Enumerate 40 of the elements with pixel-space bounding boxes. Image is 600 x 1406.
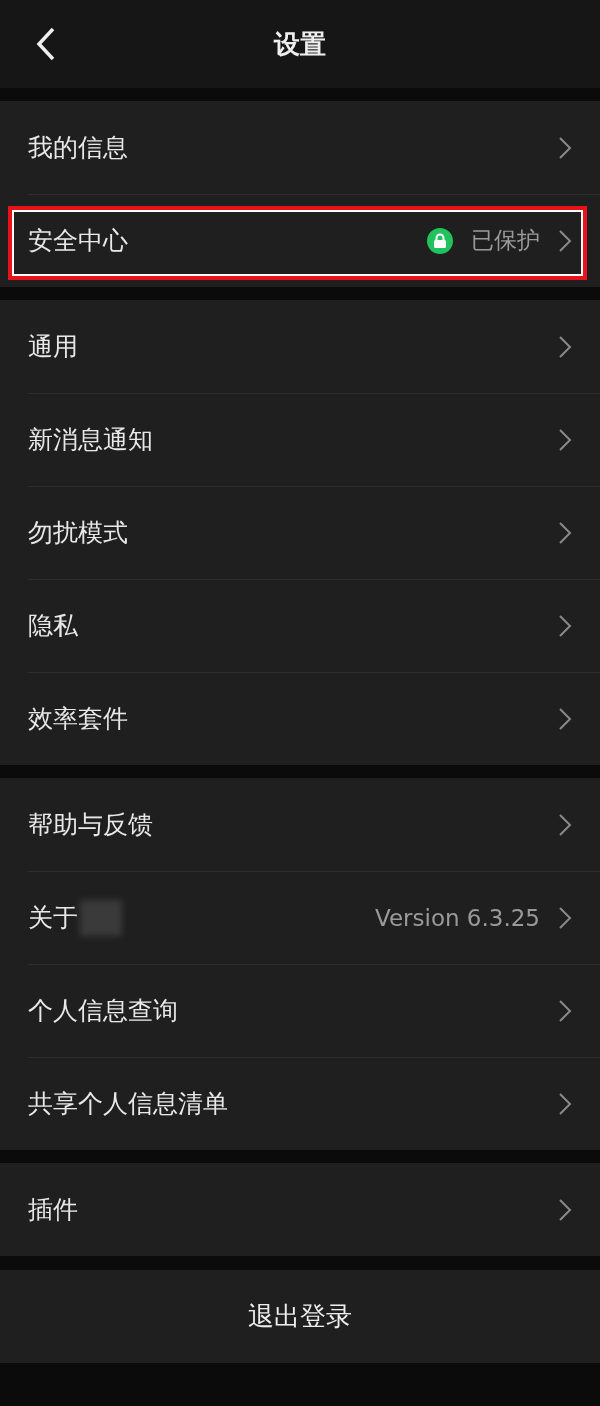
chevron-icon [558, 706, 572, 731]
chevron-icon [558, 1091, 572, 1116]
settings-row[interactable]: 插件 [0, 1163, 600, 1256]
row-status: Version 6.3.25 [374, 904, 540, 931]
row-label: 共享个人信息清单 [28, 1088, 228, 1120]
row-label: 安全中心 [28, 225, 128, 257]
row-label: 关于 [28, 902, 78, 934]
settings-row[interactable]: 帮助与反馈 [0, 778, 600, 871]
chevron-icon [558, 135, 572, 160]
chevron-icon [558, 613, 572, 638]
row-label: 效率套件 [28, 703, 128, 735]
row-status: 已保护 [471, 226, 540, 255]
row-label: 新消息通知 [28, 424, 153, 456]
settings-row[interactable]: 效率套件 [0, 672, 600, 765]
row-label: 个人信息查询 [28, 995, 178, 1027]
settings-row[interactable]: 我的信息 [0, 101, 600, 194]
row-label: 通用 [28, 331, 78, 363]
settings-row[interactable]: 共享个人信息清单 [0, 1057, 600, 1150]
chevron-icon [558, 905, 572, 930]
row-label: 我的信息 [28, 132, 128, 164]
chevron-icon [558, 812, 572, 837]
settings-row[interactable]: 通用 [0, 300, 600, 393]
settings-row[interactable]: 关于 Version 6.3.25 [0, 871, 600, 964]
row-label: 插件 [28, 1194, 78, 1226]
chevron-icon [558, 1197, 572, 1222]
settings-row[interactable]: 新消息通知 [0, 393, 600, 486]
settings-row[interactable]: 隐私 [0, 579, 600, 672]
row-label: 隐私 [28, 610, 78, 642]
settings-row[interactable]: 个人信息查询 [0, 964, 600, 1057]
settings-row[interactable]: 安全中心 已保护 [0, 194, 600, 287]
chevron-icon [558, 427, 572, 452]
page-title: 设置 [274, 27, 326, 61]
settings-row[interactable]: 勿扰模式 [0, 486, 600, 579]
logout-button[interactable]: 退出登录 [0, 1270, 600, 1363]
chevron-icon [558, 998, 572, 1023]
chevron-icon [558, 520, 572, 545]
row-label: 帮助与反馈 [28, 809, 153, 841]
chevron-icon [558, 334, 572, 359]
chevron-icon [558, 228, 572, 253]
row-label: 勿扰模式 [28, 517, 128, 549]
